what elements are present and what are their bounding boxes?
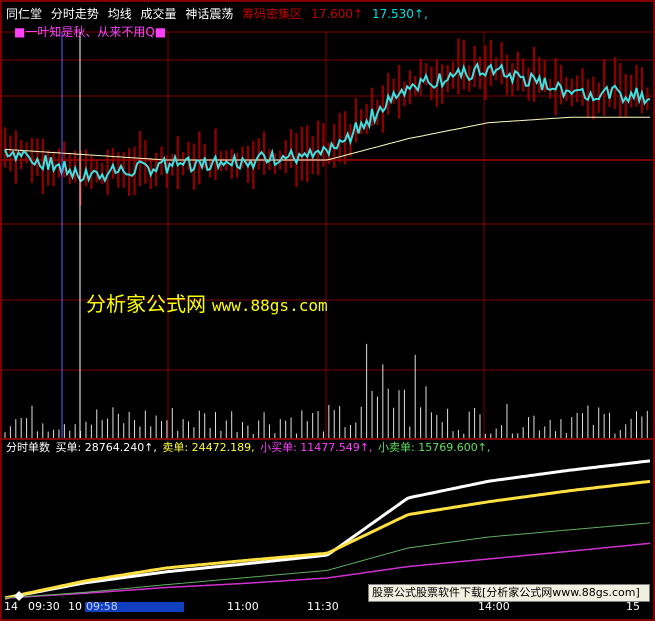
depth-bar bbox=[144, 140, 147, 184]
depth-bar bbox=[565, 77, 568, 102]
time-label-4: 11:00 bbox=[227, 600, 259, 613]
depth-bar bbox=[635, 64, 638, 107]
price-grid bbox=[0, 31, 655, 440]
sub-chart-header: 分时单数 买单: 28764.240↑, 卖单: 24472.189, 小买单:… bbox=[6, 441, 492, 454]
depth-bar bbox=[521, 58, 525, 92]
depth-bar bbox=[602, 59, 606, 116]
chart-window[interactable]: 同仁堂 分时走势 均线 成交量 神话震荡 筹码密集区 17.600↑ 17.53… bbox=[0, 0, 655, 621]
watermark-url: www.88gs.com bbox=[212, 296, 328, 315]
depth-bar bbox=[354, 98, 358, 143]
depth-bar bbox=[489, 39, 492, 87]
depth-bar bbox=[624, 73, 627, 117]
depth-bar bbox=[500, 42, 503, 85]
sell-orders-value: 卖单: 24472.189, bbox=[162, 441, 255, 454]
depth-bar bbox=[419, 59, 422, 96]
indicator-avg[interactable]: 均线 bbox=[108, 7, 132, 21]
watermark-text: 分析家公式网 bbox=[86, 292, 206, 316]
chip-value-2: 17.530↑, bbox=[371, 7, 428, 21]
depth-bar bbox=[457, 38, 460, 95]
view-intraday[interactable]: 分时走势 bbox=[51, 7, 99, 21]
depth-bar bbox=[516, 51, 519, 91]
depth-bar bbox=[543, 60, 546, 93]
depth-bar bbox=[127, 148, 131, 196]
time-label-5: 11:30 bbox=[307, 600, 339, 613]
depth-bar bbox=[300, 126, 304, 181]
buy-orders-value: 买单: 28764.240↑, bbox=[55, 441, 157, 454]
depth-bar bbox=[613, 57, 617, 110]
depth-bar bbox=[619, 62, 622, 118]
chip-value-1: 17.600↑ bbox=[311, 7, 364, 21]
depth-bar bbox=[214, 128, 217, 181]
time-label-1: 09:30 bbox=[28, 600, 60, 613]
time-label-0: 14 bbox=[4, 600, 18, 613]
depth-bar bbox=[3, 127, 7, 168]
indicator-formula[interactable]: 神话震荡 bbox=[185, 7, 233, 21]
time-label-7: 15 bbox=[626, 600, 640, 613]
small-sell-value: 小卖单: 15769.600↑, bbox=[378, 441, 491, 454]
depth-bar bbox=[198, 131, 201, 185]
time-label-2: 10 bbox=[68, 600, 82, 613]
formula-legend: ■一叶知是秋、从来不用Q■ bbox=[14, 25, 167, 39]
small-buy-value: 小买单: 11477.549↑, bbox=[260, 441, 373, 454]
depth-bar bbox=[316, 120, 320, 176]
chip-area-label: 筹码密集区 bbox=[242, 7, 303, 21]
depth-bar bbox=[338, 113, 341, 163]
time-label-6: 14:00 bbox=[478, 600, 510, 613]
depth-bar bbox=[581, 68, 584, 106]
stock-name[interactable]: 同仁堂 bbox=[6, 7, 42, 21]
watermark: 分析家公式网 www.88gs.com bbox=[86, 288, 328, 317]
time-label-3: 09:58 bbox=[86, 600, 118, 613]
depth-bar bbox=[63, 141, 66, 178]
chart-header: 同仁堂 分时走势 均线 成交量 神话震荡 筹码密集区 17.600↑ 17.53… bbox=[6, 7, 433, 21]
indicator-volume[interactable]: 成交量 bbox=[141, 7, 177, 21]
sub-title[interactable]: 分时单数 bbox=[6, 441, 50, 454]
depth-bar bbox=[575, 75, 579, 103]
